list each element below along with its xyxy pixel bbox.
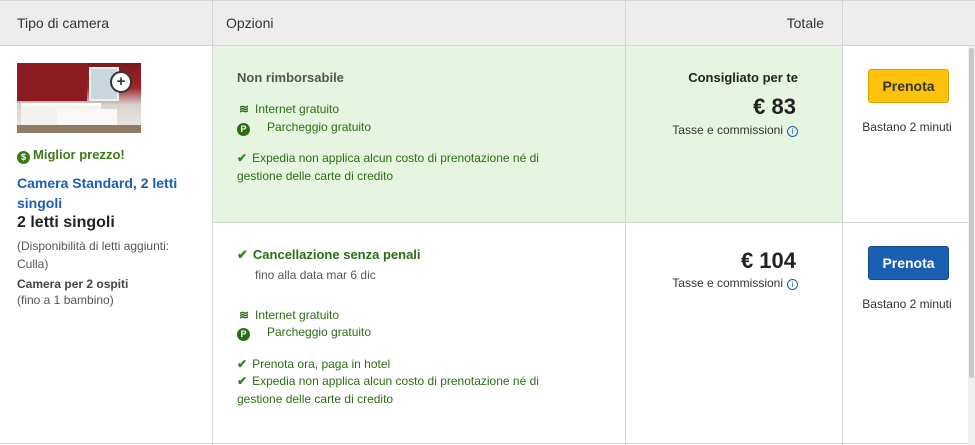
scrollbar-thumb[interactable] [969,48,974,378]
offer-1-price: € 83 [753,94,796,119]
room-photo[interactable]: + [17,63,141,133]
offer-2-wifi: ≋ Internet gratuito [238,308,340,322]
checkmark-icon: ✔ [237,374,248,388]
offer-2-cancellation-deadline: fino alla data mar 6 dic [255,268,376,282]
offer-1-no-fees: ✔ Expedia non applica alcun costo di pren… [237,151,539,183]
book-button-offer-1[interactable]: Prenota [868,69,949,103]
offer-1-parking: P Parcheggio gratuito [237,118,371,136]
offer-2-price: € 104 [740,248,796,273]
guest-capacity-note: (fino a 1 bambino) [17,293,114,307]
checkmark-icon: ✔ [237,247,248,262]
info-icon[interactable]: i [787,279,798,290]
bed-configuration: 2 letti singoli [17,214,115,231]
wifi-icon: ≋ [238,308,250,322]
offer-2-parking: P Parcheggio gratuito [237,323,371,341]
checkmark-icon: ✔ [237,151,248,165]
wifi-icon: ≋ [238,102,250,116]
offer-2-no-fees: ✔ Expedia non applica alcun costo di pren… [237,374,539,406]
offer-2-pay-later: ✔ Prenota ora, paga in hotel [237,357,391,371]
best-price-badge: $ Miglior prezzo! [17,147,125,164]
parking-icon: P [237,328,250,341]
offer-1-tax: Tasse e commissioni i [626,123,798,137]
offer-1-booking-urgency: Bastano 2 minuti [862,120,952,134]
offer-1-recommended: Consigliato per te [688,70,798,85]
header-total: Totale [786,15,824,31]
checkmark-icon: ✔ [237,357,248,371]
guest-capacity: Camera per 2 ospiti [17,277,129,291]
zoom-in-icon[interactable]: + [110,71,132,93]
offer-2-title: ✔ Cancellazione senza penali [237,247,421,262]
parking-icon: P [237,123,250,136]
header-options: Opzioni [226,15,274,31]
offer-1-title: Non rimborsabile [237,70,344,85]
offer-1-wifi: ≋ Internet gratuito [238,102,340,116]
room-name-link[interactable]: Camera Standard, 2 letti singoli [17,173,187,213]
header-room-type: Tipo di camera [17,15,110,31]
info-icon[interactable]: i [787,126,798,137]
book-button-offer-2[interactable]: Prenota [868,246,949,280]
table-header: Tipo di camera Opzioni Totale [0,0,975,46]
dollar-coin-icon: $ [17,151,30,164]
extra-bed-availability: (Disponibilità di letti aggiunti: Culla) [17,239,170,271]
offer-2-booking-urgency: Bastano 2 minuti [862,297,952,311]
offer-2-tax: Tasse e commissioni i [626,276,798,290]
